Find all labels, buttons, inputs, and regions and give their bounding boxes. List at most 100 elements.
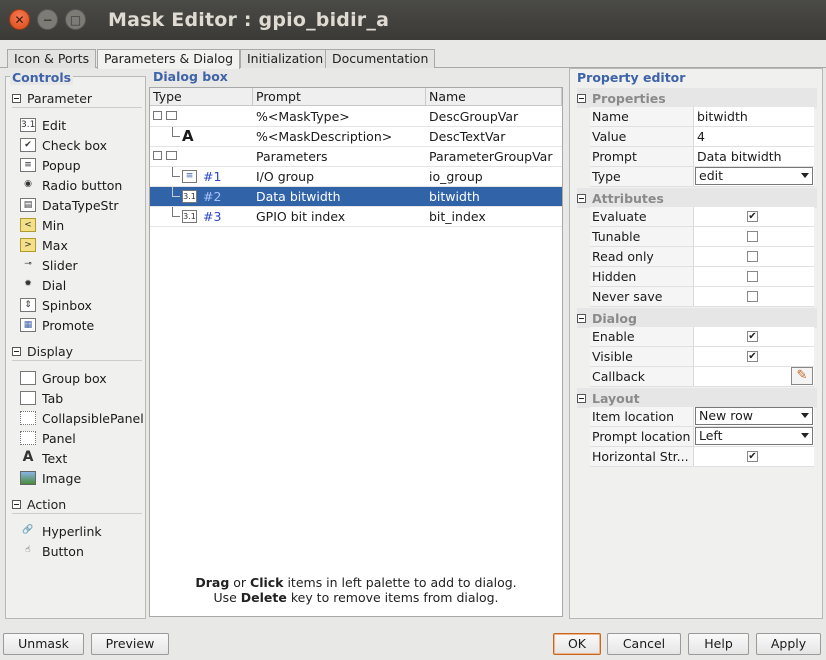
palette-datatypestr[interactable]: ▤ DataTypeStr: [20, 196, 119, 214]
spinbox-icon: ⇕: [20, 298, 36, 312]
preview-button[interactable]: Preview: [91, 633, 169, 655]
collapse-icon[interactable]: [577, 193, 586, 203]
collapse-icon[interactable]: [153, 111, 162, 120]
prop-row-horizontal-stretch: Horizontal Str... ✔: [590, 447, 814, 467]
section-action[interactable]: Action: [12, 497, 66, 512]
palette-edit[interactable]: 3.1 Edit: [20, 116, 66, 134]
prop-row-type: Type edit: [590, 167, 814, 187]
palette-spinbox[interactable]: ⇕ Spinbox: [20, 296, 92, 314]
maximize-window-button[interactable]: □: [65, 9, 86, 30]
text-icon: A: [22, 449, 34, 465]
table-row[interactable]: Parameters ParameterGroupVar: [150, 147, 562, 167]
image-icon: [20, 471, 36, 485]
help-button[interactable]: Help: [688, 633, 749, 655]
value-field[interactable]: 4: [694, 127, 814, 146]
unmask-button[interactable]: Unmask: [3, 633, 84, 655]
cancel-button[interactable]: Cancel: [607, 633, 681, 655]
table-row[interactable]: %<MaskType> DescGroupVar: [150, 107, 562, 127]
palette-dial[interactable]: ✹ Dial: [20, 276, 66, 294]
collapse-icon[interactable]: [153, 151, 162, 160]
collapse-icon[interactable]: [12, 94, 21, 103]
column-prompt[interactable]: Prompt: [253, 88, 426, 106]
table-row[interactable]: ≡ #1 I/O group io_group: [150, 167, 562, 187]
promote-icon: ▦: [20, 318, 36, 332]
section-parameter[interactable]: Parameter: [12, 91, 92, 106]
palette-radio-button[interactable]: ◉ Radio button: [20, 176, 122, 194]
hidden-checkbox[interactable]: [747, 271, 758, 282]
dialog-tree-table[interactable]: Type Prompt Name %<MaskType> DescGroupVa…: [149, 87, 563, 617]
minimize-window-button[interactable]: −: [37, 9, 58, 30]
window-title: Mask Editor : gpio_bidir_a: [108, 9, 390, 31]
button-icon: ☝: [25, 545, 31, 555]
evaluate-checkbox[interactable]: ✔: [747, 211, 758, 222]
group-layout[interactable]: Layout: [577, 388, 817, 408]
controls-panel: Controls Parameter 3.1 Edit ✔ Check box ≡ P…: [5, 70, 146, 619]
column-name[interactable]: Name: [426, 88, 562, 106]
popup-icon: ≡: [182, 170, 197, 183]
palette-check-box[interactable]: ✔ Check box: [20, 136, 107, 154]
slider-icon: ⊸: [24, 259, 32, 269]
palette-group-box[interactable]: Group box: [20, 369, 107, 387]
palette-text[interactable]: A Text: [20, 449, 68, 467]
controls-title: Controls: [10, 70, 74, 85]
palette-slider[interactable]: ⊸ Slider: [20, 256, 77, 274]
group-box-icon: [166, 151, 177, 160]
enable-checkbox[interactable]: ✔: [747, 331, 758, 342]
tab-initialization[interactable]: Initialization: [240, 49, 331, 68]
type-select[interactable]: edit: [695, 167, 813, 185]
prop-row-read-only: Read only: [590, 247, 814, 267]
group-properties[interactable]: Properties: [577, 88, 817, 108]
name-field[interactable]: bitwidth: [694, 107, 814, 126]
palette-min[interactable]: < Min: [20, 216, 64, 234]
table-row[interactable]: A %<MaskDescription> DescTextVar: [150, 127, 562, 147]
palette-popup[interactable]: ≡ Popup: [20, 156, 81, 174]
never-save-checkbox[interactable]: [747, 291, 758, 302]
group-box-icon: [166, 111, 177, 120]
column-type[interactable]: Type: [150, 88, 253, 106]
tab-icon-ports[interactable]: Icon & Ports: [7, 49, 97, 68]
datatype-icon: ▤: [20, 198, 36, 212]
palette-panel[interactable]: Panel: [20, 429, 76, 447]
read-only-checkbox[interactable]: [747, 251, 758, 262]
palette-promote[interactable]: ▦ Promote: [20, 316, 94, 334]
tab-parameters-dialog[interactable]: Parameters & Dialog: [97, 49, 241, 69]
item-location-select[interactable]: New row: [695, 407, 813, 425]
hyperlink-icon: 🔗: [22, 525, 34, 535]
group-attributes[interactable]: Attributes: [577, 188, 817, 208]
tunable-checkbox[interactable]: [747, 231, 758, 242]
palette-hyperlink[interactable]: 🔗 Hyperlink: [20, 522, 101, 540]
tab-documentation[interactable]: Documentation: [325, 49, 436, 68]
prop-row-hidden: Hidden: [590, 267, 814, 287]
table-row[interactable]: 3.1 #3 GPIO bit index bit_index: [150, 207, 562, 227]
section-display[interactable]: Display: [12, 344, 73, 359]
table-row-selected[interactable]: 3.1 #2 Data bitwidth bitwidth: [150, 187, 562, 207]
edit-icon: 3.1: [182, 210, 197, 223]
collapse-icon[interactable]: [577, 313, 586, 323]
prompt-location-select[interactable]: Left: [695, 427, 813, 445]
collapse-icon[interactable]: [577, 393, 586, 403]
palette-collapsible-panel[interactable]: CollapsiblePanel: [20, 409, 144, 427]
close-window-button[interactable]: ✕: [9, 9, 30, 30]
collapse-icon[interactable]: [12, 500, 21, 509]
tab-icon: [20, 391, 36, 405]
prop-row-visible: Visible ✔: [590, 347, 814, 367]
palette-max[interactable]: > Max: [20, 236, 68, 254]
prop-row-prompt: Prompt Data bitwidth: [590, 147, 814, 167]
horizontal-stretch-checkbox[interactable]: ✔: [747, 451, 758, 462]
apply-button[interactable]: Apply: [756, 633, 821, 655]
ok-button[interactable]: OK: [553, 633, 601, 655]
group-dialog[interactable]: Dialog: [577, 308, 817, 328]
collapse-icon[interactable]: [577, 93, 586, 103]
palette-image[interactable]: Image: [20, 469, 81, 487]
title-bar: ✕ − □ Mask Editor : gpio_bidir_a: [0, 0, 826, 40]
collapse-icon[interactable]: [12, 347, 21, 356]
visible-checkbox[interactable]: ✔: [747, 351, 758, 362]
palette-tab[interactable]: Tab: [20, 389, 63, 407]
palette-button[interactable]: ☝ Button: [20, 542, 84, 560]
checkbox-icon: ✔: [20, 138, 36, 152]
pencil-icon[interactable]: ✎: [791, 367, 813, 385]
tab-bar: Icon & Ports Parameters & Dialog Initial…: [0, 46, 826, 69]
group-box-icon: [20, 371, 36, 385]
min-icon: <: [20, 218, 36, 232]
prompt-field[interactable]: Data bitwidth: [694, 147, 814, 166]
